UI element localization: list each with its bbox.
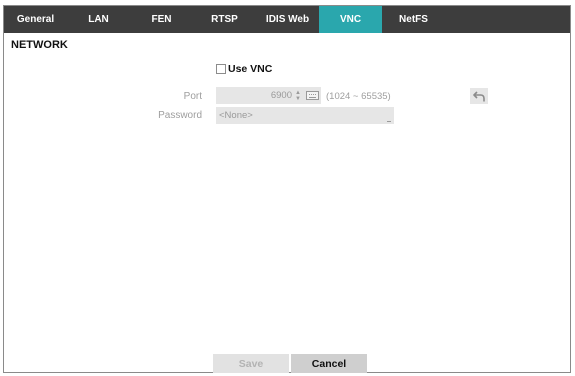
spin-arrows-icon[interactable]: ▲ ▼ [294, 88, 302, 103]
field-edge-mark [387, 121, 391, 122]
tab-lan[interactable]: LAN [67, 6, 130, 33]
settings-window: General LAN FEN RTSP IDIS Web VNC NetFS … [3, 5, 571, 373]
port-range-hint: (1024 ~ 65535) [326, 91, 391, 102]
tab-bar: General LAN FEN RTSP IDIS Web VNC NetFS [4, 6, 570, 33]
port-value: 6900 [270, 90, 292, 101]
port-label: Port [183, 91, 202, 102]
tab-netfs[interactable]: NetFS [382, 6, 445, 33]
port-input[interactable]: 6900 ▲ ▼ [216, 87, 321, 104]
tab-rtsp[interactable]: RTSP [193, 6, 256, 33]
checkbox-box[interactable] [216, 64, 226, 74]
tab-general[interactable]: General [4, 6, 67, 33]
password-value: <None> [219, 110, 253, 121]
use-vnc-checkbox[interactable]: Use VNC [216, 63, 272, 75]
save-button[interactable]: Save [213, 354, 289, 373]
keyboard-icon[interactable] [306, 91, 319, 100]
tab-fen[interactable]: FEN [130, 6, 193, 33]
section-title: NETWORK [11, 39, 68, 51]
password-field[interactable]: <None> [216, 107, 394, 124]
password-label: Password [158, 110, 202, 121]
revert-button[interactable] [470, 88, 488, 104]
tab-vnc[interactable]: VNC [319, 6, 382, 33]
use-vnc-label: Use VNC [228, 63, 273, 75]
undo-arrow-icon [473, 90, 485, 101]
cancel-button[interactable]: Cancel [291, 354, 367, 373]
tab-idis-web[interactable]: IDIS Web [256, 6, 319, 33]
